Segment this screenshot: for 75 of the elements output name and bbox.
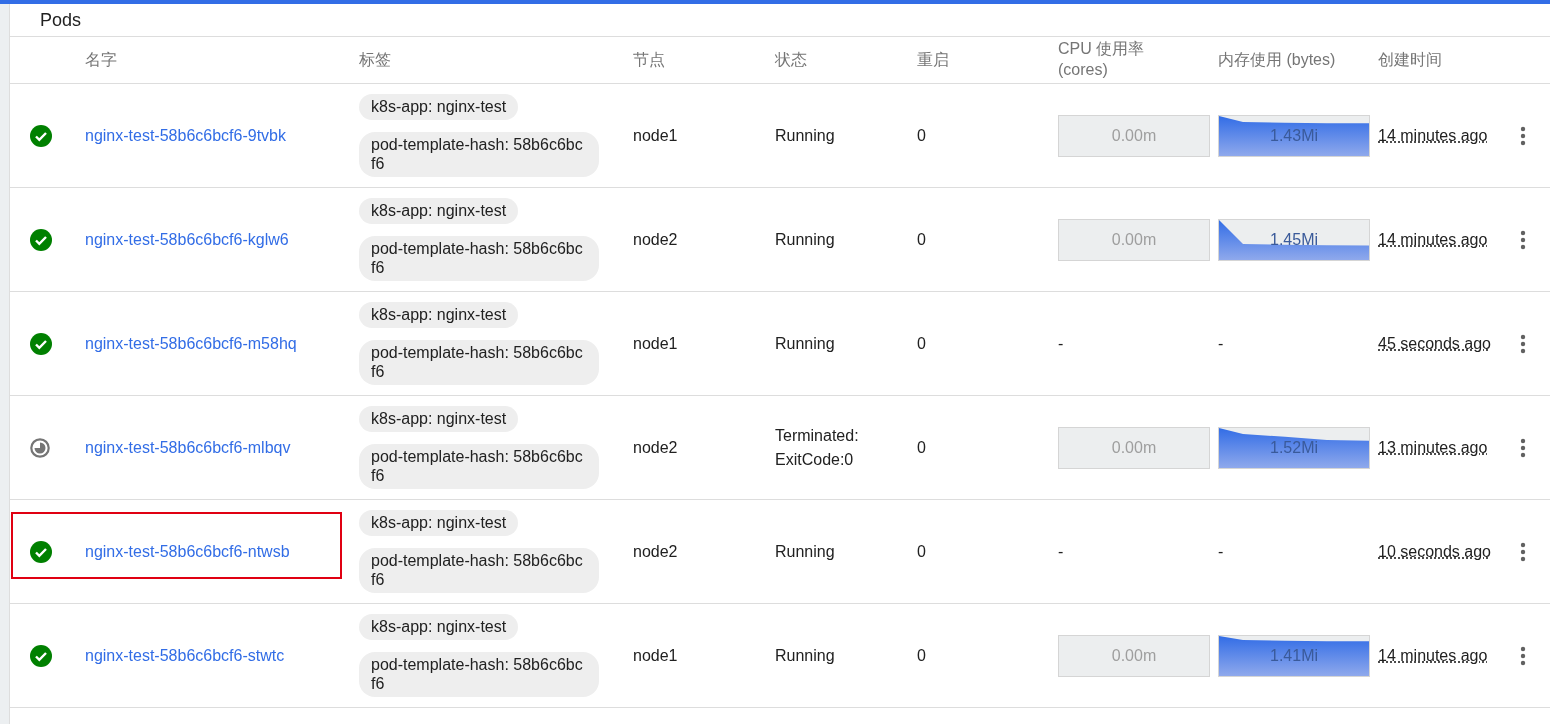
check-circle-icon [30, 541, 52, 564]
memory-usage-chart: 1.52Mi [1218, 426, 1370, 469]
table-cell: Running [765, 499, 907, 604]
table-cell: 0 [907, 499, 1048, 604]
created-time: 14 minutes ago [1378, 230, 1488, 248]
pod-name-link[interactable]: nginx-test-58b6c6bcf6-stwtc [85, 646, 285, 664]
pod-name-link[interactable]: nginx-test-58b6c6bcf6-ntwsb [85, 542, 290, 560]
table-cell: Running [765, 603, 907, 708]
label-chip: pod-template-hash: 58b6c6bcf6 [359, 236, 599, 282]
table-cell: node1 [623, 83, 765, 188]
column-header: 重启 [907, 36, 1048, 84]
cpu-usage-chart: 0.00m [1058, 114, 1210, 157]
table-cell: 0 [907, 83, 1048, 188]
check-circle-icon [30, 229, 52, 252]
pod-name-link[interactable]: nginx-test-58b6c6bcf6-9tvbk [85, 126, 286, 144]
more-menu-icon[interactable] [1520, 334, 1526, 355]
memory-usage-chart: 1.41Mi [1218, 634, 1370, 677]
created-time: 13 minutes ago [1378, 438, 1488, 456]
label-chip: pod-template-hash: 58b6c6bcf6 [359, 340, 599, 386]
label-chip: k8s-app: nginx-test [359, 405, 519, 433]
table-cell: Running [765, 291, 907, 396]
memory-usage-chart: 1.43Mi [1218, 114, 1370, 157]
cpu-usage-chart: 0.00m [1058, 218, 1210, 261]
more-menu-icon[interactable] [1520, 126, 1526, 147]
table-cell: - [1058, 542, 1064, 560]
more-menu-icon[interactable] [1520, 230, 1526, 251]
created-time: 14 minutes ago [1378, 126, 1488, 144]
column-header: 创建时间 [1368, 36, 1520, 84]
label-chip: pod-template-hash: 58b6c6bcf6 [359, 132, 599, 178]
cpu-usage-chart: 0.00m [1058, 426, 1210, 469]
column-header: 名字 [75, 36, 349, 84]
created-time: 45 seconds ago [1378, 334, 1491, 352]
column-header: 状态 [765, 36, 907, 84]
table-cell: 0 [907, 395, 1048, 500]
column-header: 标签 [349, 36, 623, 84]
table-cell: 0 [907, 603, 1048, 708]
page-title: Pods [39, 9, 83, 32]
pod-name-link[interactable]: nginx-test-58b6c6bcf6-m58hq [85, 334, 297, 352]
label-chip: k8s-app: nginx-test [359, 613, 519, 641]
more-menu-icon[interactable] [1520, 438, 1526, 459]
table-cell: node2 [623, 187, 765, 292]
column-header: 内存使用 (bytes) [1208, 36, 1368, 84]
table-cell: Running [765, 187, 907, 292]
check-circle-icon [30, 645, 52, 668]
more-menu-icon[interactable] [1520, 542, 1526, 563]
created-time: 10 seconds ago [1378, 542, 1491, 560]
created-time: 14 minutes ago [1378, 646, 1488, 664]
table-cell: - [1218, 542, 1224, 560]
table-cell: node1 [623, 291, 765, 396]
pod-name-link[interactable]: nginx-test-58b6c6bcf6-mlbqv [85, 438, 291, 456]
table-cell: node2 [623, 499, 765, 604]
label-chip: pod-template-hash: 58b6c6bcf6 [359, 652, 599, 698]
column-header: 节点 [623, 36, 765, 84]
table-cell: Running [765, 83, 907, 188]
table-cell: - [1058, 334, 1064, 352]
table-cell: node1 [623, 603, 765, 708]
pod-name-link[interactable]: nginx-test-58b6c6bcf6-kglw6 [85, 230, 289, 248]
table-cell: 0 [907, 187, 1048, 292]
column-header: CPU 使用率 (cores) [1048, 36, 1208, 84]
check-circle-icon [30, 125, 52, 148]
label-chip: k8s-app: nginx-test [359, 301, 519, 329]
label-chip: pod-template-hash: 58b6c6bcf6 [359, 548, 599, 594]
table-cell: - [1218, 334, 1224, 352]
clock-circle-icon [30, 438, 50, 459]
cpu-usage-chart: 0.00m [1058, 634, 1210, 677]
check-circle-icon [30, 333, 52, 356]
table-cell: Terminated: ExitCode:0 [765, 395, 907, 500]
label-chip: pod-template-hash: 58b6c6bcf6 [359, 444, 599, 490]
label-chip: k8s-app: nginx-test [359, 509, 519, 537]
table-cell: 0 [907, 291, 1048, 396]
label-chip: k8s-app: nginx-test [359, 197, 519, 225]
more-menu-icon[interactable] [1520, 646, 1526, 667]
memory-usage-chart: 1.45Mi [1218, 218, 1370, 261]
label-chip: k8s-app: nginx-test [359, 93, 519, 121]
table-cell: node2 [623, 395, 765, 500]
